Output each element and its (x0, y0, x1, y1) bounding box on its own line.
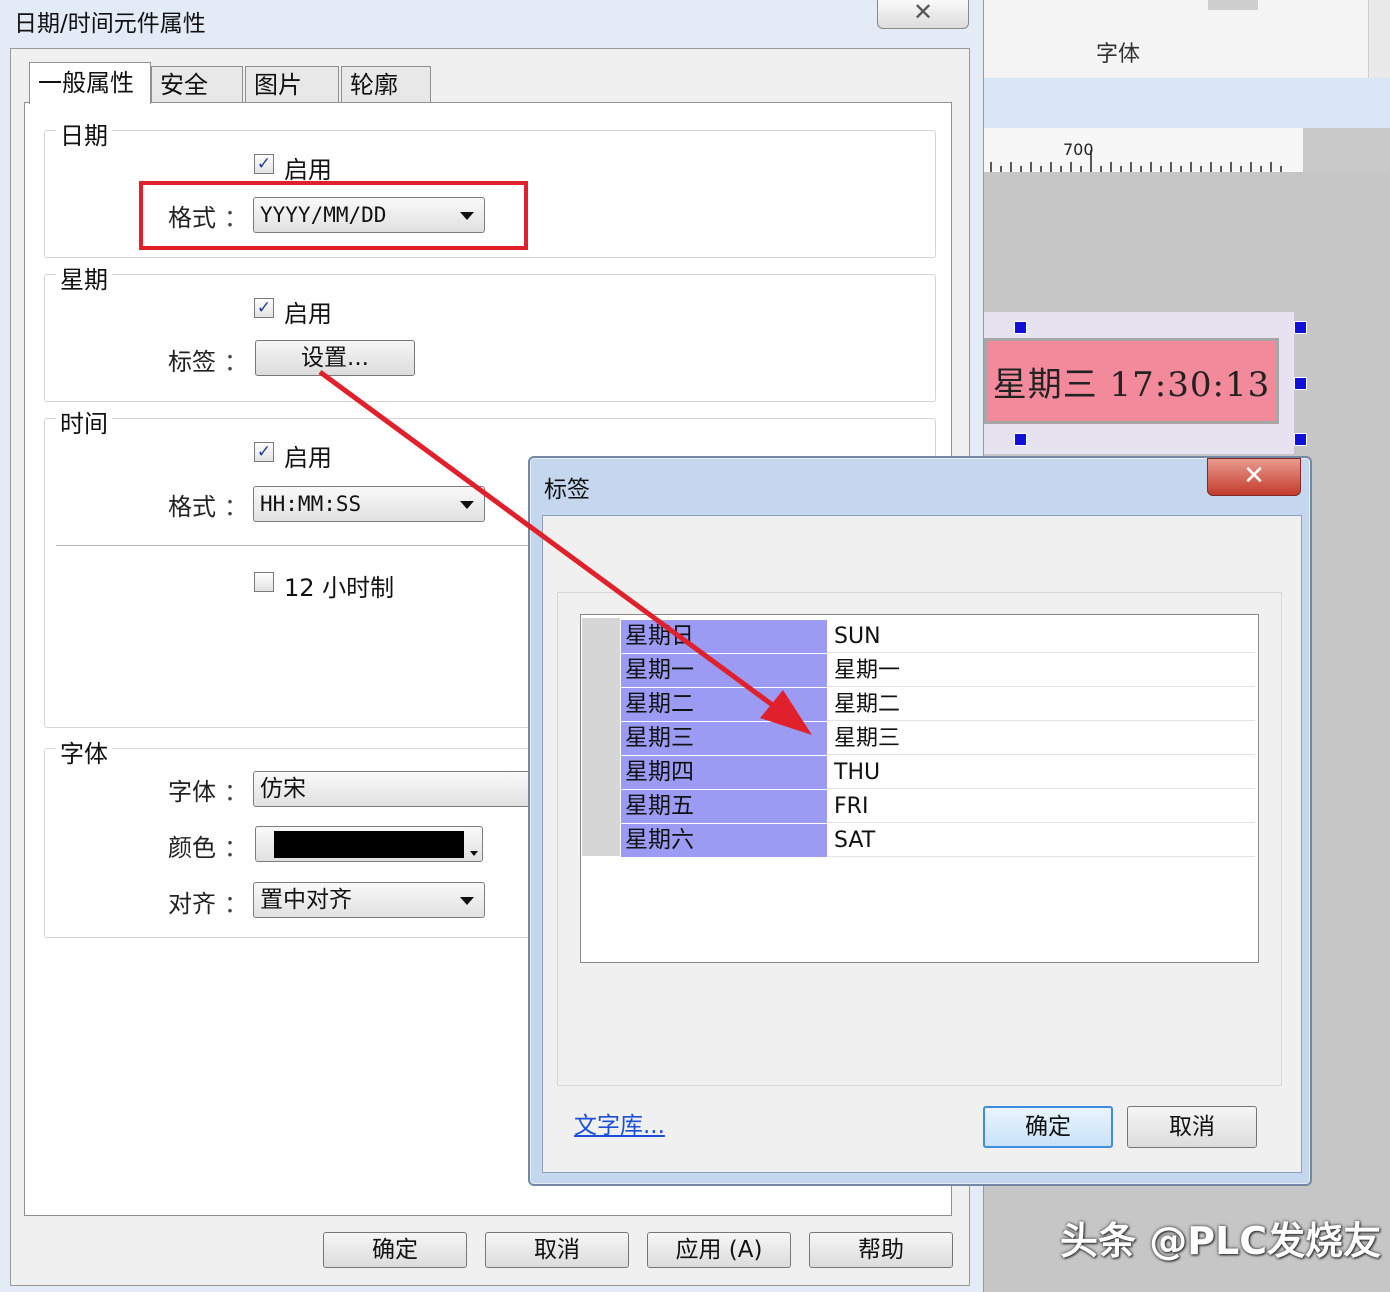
annotation-arrow (318, 369, 812, 735)
watermark: 头条 @PLC发烧友 (1060, 1219, 1382, 1263)
tab-general[interactable]: 一般属性 (29, 62, 151, 104)
